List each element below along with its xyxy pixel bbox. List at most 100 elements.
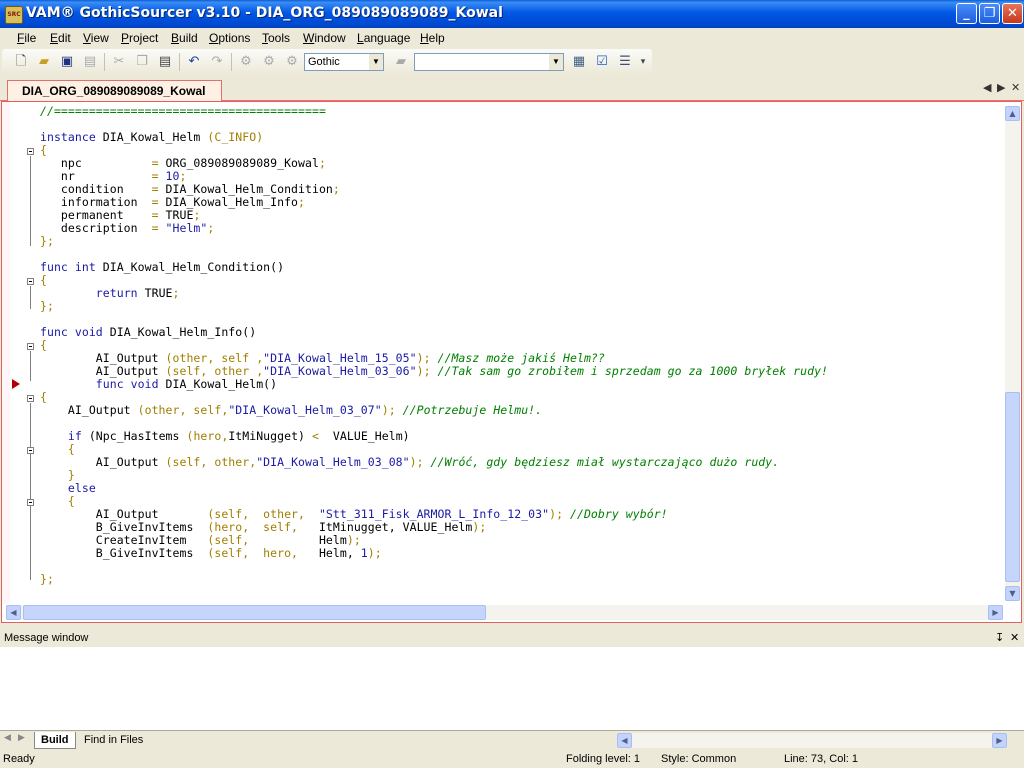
paste-icon[interactable]: ▤ [156, 53, 174, 71]
vertical-scrollbar[interactable]: ▲ ▼ [1005, 106, 1020, 601]
scroll-left-icon[interactable]: ◀ [617, 733, 632, 748]
tab-scroll-left-icon[interactable]: ◀ [983, 81, 991, 94]
menu-project[interactable]: Project [121, 31, 158, 45]
menu-help[interactable]: Help [420, 31, 445, 45]
symbol-select[interactable]: ▼ [414, 53, 564, 71]
fold-toggle[interactable] [27, 499, 34, 506]
list-icon[interactable]: ☰ [616, 53, 634, 71]
language-select[interactable]: Gothic ▼ [304, 53, 384, 71]
code-line[interactable]: description = "Helm"; [40, 222, 214, 235]
folder-icon[interactable]: ▰ [392, 53, 410, 71]
compile-icon[interactable]: ⚙ [237, 53, 255, 71]
app-icon: SRC [5, 6, 23, 24]
scroll-right-icon[interactable]: ▶ [988, 605, 1003, 620]
code-line[interactable]: }; [40, 573, 54, 586]
code-line[interactable]: //======================================… [40, 105, 326, 118]
code-token: DIA_Kowal_Helm() [165, 377, 278, 391]
code-token: = [151, 195, 166, 209]
breakpoint-marker-icon[interactable] [12, 379, 20, 389]
code-token: ; [193, 208, 201, 222]
open-folder-icon[interactable]: ▰ [35, 53, 53, 71]
properties-icon[interactable]: ▦ [570, 53, 588, 71]
menu-build[interactable]: Build [171, 31, 198, 45]
tab-document[interactable]: DIA_ORG_089089089089_Kowal [7, 80, 222, 101]
undo-icon[interactable]: ↶ [185, 53, 203, 71]
message-horizontal-scrollbar[interactable]: ◀ ▶ [617, 733, 1007, 748]
scroll-down-icon[interactable]: ▼ [1005, 586, 1020, 601]
code-line[interactable]: func void DIA_Kowal_Helm_Info() [40, 326, 256, 339]
vertical-scroll-thumb[interactable] [1005, 392, 1020, 582]
maximize-button[interactable]: ❐ [979, 3, 1000, 24]
code-line[interactable]: func int DIA_Kowal_Helm_Condition() [40, 261, 284, 274]
new-file-icon[interactable]: 🗋 [12, 53, 30, 71]
code-token: ItMinugget, VALUE_Helm [318, 520, 473, 534]
tab-find-in-files[interactable]: Find in Files [78, 732, 149, 748]
copy-icon[interactable]: ❐ [133, 53, 151, 71]
code-token: ); [409, 455, 431, 469]
code-line[interactable]: if (Npc_HasItems (hero,ItMiNugget) < VAL… [40, 430, 410, 443]
message-window-body[interactable] [0, 647, 1024, 730]
horizontal-scroll-thumb[interactable] [23, 605, 486, 620]
code-line[interactable]: AI_Output (other, self,"DIA_Kowal_Helm_0… [40, 404, 542, 417]
save-all-icon[interactable]: ▤ [81, 53, 99, 71]
close-icon[interactable]: ✕ [1010, 629, 1019, 647]
tab-close-icon[interactable]: ✕ [1011, 81, 1020, 94]
chevron-down-icon[interactable]: ▼ [369, 54, 383, 70]
code-token: AI_Output [40, 455, 166, 469]
code-line[interactable]: instance DIA_Kowal_Helm (C_INFO) [40, 131, 263, 144]
menu-options[interactable]: Options [209, 31, 250, 45]
close-button[interactable]: ✕ [1002, 3, 1023, 24]
redo-icon[interactable]: ↷ [208, 53, 226, 71]
code-token: else [67, 481, 96, 495]
tab-scroll-right-icon[interactable]: ▶ [997, 81, 1005, 94]
chevron-down-icon[interactable]: ▼ [549, 54, 563, 70]
run-icon[interactable]: ⚙ [283, 53, 301, 71]
fold-toggle[interactable] [27, 343, 34, 350]
title-bar[interactable]: SRC VAM® GothicSourcer v3.10 - DIA_ORG_0… [0, 0, 1024, 28]
fold-toggle[interactable] [27, 278, 34, 285]
horizontal-scrollbar[interactable]: ◀ ▶ [6, 605, 1003, 620]
msg-tab-left-icon[interactable]: ◀ [4, 733, 11, 743]
code-token: condition [40, 182, 152, 196]
code-line[interactable]: }; [40, 235, 54, 248]
code-token: ORG_089089089089_Kowal [165, 156, 319, 170]
fold-toggle[interactable] [27, 447, 34, 454]
scroll-up-icon[interactable]: ▲ [1005, 106, 1020, 121]
code-line[interactable]: return TRUE; [40, 287, 180, 300]
check-icon[interactable]: ☑ [593, 53, 611, 71]
fold-toggle[interactable] [27, 148, 34, 155]
code-token: { [40, 273, 47, 287]
message-window-title: Message window [4, 632, 89, 644]
cut-icon[interactable]: ✂ [110, 53, 128, 71]
scroll-left-icon[interactable]: ◀ [6, 605, 21, 620]
code-line[interactable]: B_GiveInvItems (self, hero, Helm, 1); [40, 547, 382, 560]
save-icon[interactable]: ▣ [58, 53, 76, 71]
menu-file[interactable]: File [17, 31, 36, 45]
code-token: ; [207, 221, 215, 235]
code-token: //Dobry wybór! [570, 507, 668, 521]
toolbar-overflow-icon[interactable]: ▾ [638, 53, 648, 71]
pin-icon[interactable]: ↧ [995, 629, 1004, 647]
msg-tab-right-icon[interactable]: ▶ [18, 733, 25, 743]
menu-bar: File Edit View Project Build Options Too… [0, 28, 1024, 48]
code-token: DIA_Kowal_Helm_Condition() [102, 260, 285, 274]
code-text[interactable]: //======================================… [40, 102, 1002, 604]
menu-edit[interactable]: Edit [50, 31, 71, 45]
code-token: ); [549, 507, 571, 521]
menu-language[interactable]: Language [357, 31, 410, 45]
code-line[interactable]: func void DIA_Kowal_Helm() [40, 378, 277, 391]
menu-tools[interactable]: Tools [262, 31, 290, 45]
code-line[interactable]: AI_Output (self, other,"DIA_Kowal_Helm_0… [40, 456, 779, 469]
code-line[interactable]: }; [40, 300, 54, 313]
compile-all-icon[interactable]: ⚙ [260, 53, 278, 71]
code-token: DIA_Kowal_Helm_Info [165, 195, 299, 209]
fold-line [30, 403, 31, 580]
menu-view[interactable]: View [83, 31, 109, 45]
code-editor[interactable]: //======================================… [1, 101, 1022, 623]
scroll-right-icon[interactable]: ▶ [992, 733, 1007, 748]
menu-window[interactable]: Window [303, 31, 346, 45]
code-token: CreateInvItem [40, 533, 208, 547]
tab-build[interactable]: Build [34, 732, 76, 749]
minimize-button[interactable]: _ [956, 3, 977, 24]
fold-toggle[interactable] [27, 395, 34, 402]
